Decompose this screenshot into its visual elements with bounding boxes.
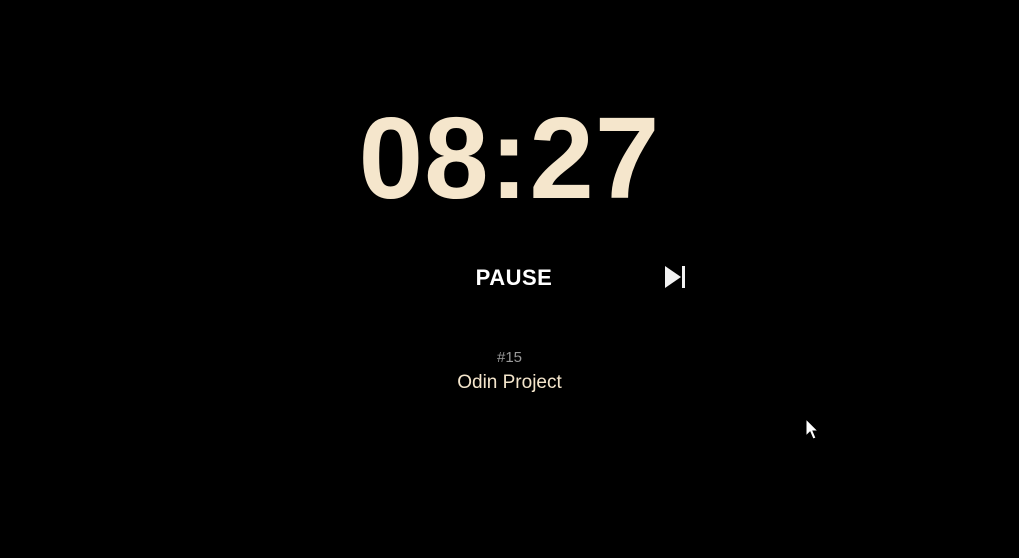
session-info: #15 Odin Project (0, 348, 1019, 396)
skip-next-icon (665, 266, 685, 288)
pause-button[interactable]: PAUSE (454, 262, 574, 294)
session-task-name: Odin Project (457, 372, 562, 393)
timer-controls: PAUSE (0, 258, 1019, 298)
timer-display: 08:27 (358, 93, 661, 223)
mouse-cursor-icon (805, 418, 820, 440)
pomodoro-screen: 08:27 PAUSE #15 Odin Project (0, 0, 1019, 558)
session-number: #15 (496, 349, 523, 366)
skip-button[interactable] (662, 264, 688, 290)
